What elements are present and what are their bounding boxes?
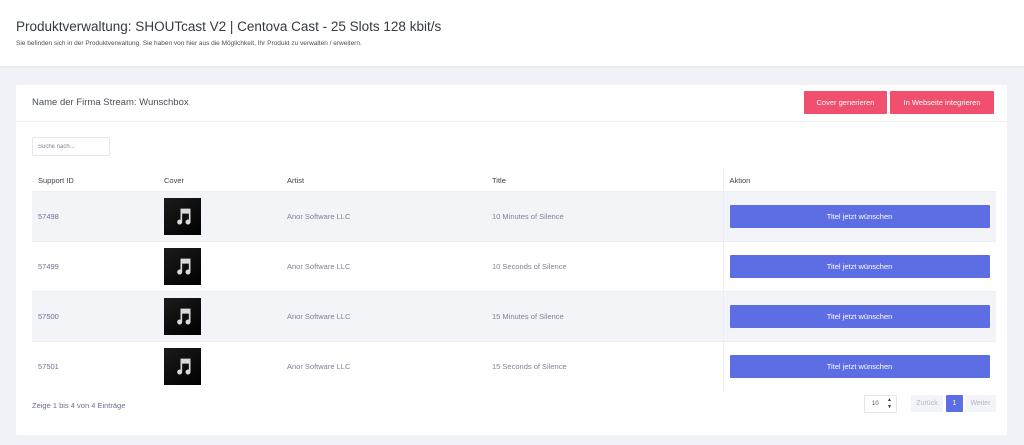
title-cell: 10 Seconds of Silence xyxy=(486,241,723,292)
action-cell: Titel jetzt wünschen xyxy=(722,191,996,242)
page-title: Produktverwaltung: SHOUTcast V2 | Centov… xyxy=(16,19,442,34)
request-title-button[interactable]: Titel jetzt wünschen xyxy=(729,355,990,378)
songs-table: Support ID Cover Artist Title Aktion 574… xyxy=(32,169,996,391)
column-header-artist[interactable]: Artist xyxy=(281,169,486,192)
support-id-cell: 57499 xyxy=(32,241,158,292)
title-cell: 15 Seconds of Silence xyxy=(486,341,723,391)
page-subtitle: Sie befinden sich in der Produktverwaltu… xyxy=(16,40,362,47)
support-id-cell: 57500 xyxy=(32,291,158,342)
table-row: 57499 Anor Software LLC 10 Seconds of Si… xyxy=(32,241,996,292)
generate-cover-button[interactable]: Cover generieren xyxy=(804,91,887,114)
table-header-row: Support ID Cover Artist Title Aktion xyxy=(32,169,996,192)
pagination-next-button[interactable]: Weiter xyxy=(965,395,996,412)
page-size-select[interactable]: 10 ▲ ▼ xyxy=(864,395,897,413)
action-cell: Titel jetzt wünschen xyxy=(722,341,996,391)
card-title: Name der Firma Stream: Wunschbox xyxy=(32,97,189,108)
column-header-cover[interactable]: Cover xyxy=(158,169,281,192)
page-size-value: 10 xyxy=(872,401,879,407)
column-header-action[interactable]: Aktion xyxy=(722,169,996,192)
artist-cell: Anor Software LLC xyxy=(281,241,486,292)
support-id-cell: 57498 xyxy=(32,191,158,242)
request-title-button[interactable]: Titel jetzt wünschen xyxy=(729,205,990,228)
music-note-icon xyxy=(164,348,201,385)
cover-cell xyxy=(158,241,281,292)
search-input[interactable] xyxy=(32,137,110,156)
request-title-button[interactable]: Titel jetzt wünschen xyxy=(729,255,990,278)
cover-cell xyxy=(158,191,281,242)
request-title-button[interactable]: Titel jetzt wünschen xyxy=(729,305,990,328)
cover-cell xyxy=(158,291,281,342)
action-cell: Titel jetzt wünschen xyxy=(722,291,996,342)
column-header-title[interactable]: Title xyxy=(486,169,723,192)
artist-cell: Anor Software LLC xyxy=(281,291,486,342)
title-cell: 15 Minutes of Silence xyxy=(486,291,723,342)
action-cell: Titel jetzt wünschen xyxy=(722,241,996,292)
pagination-page-1[interactable]: 1 xyxy=(946,395,963,412)
page-header: Produktverwaltung: SHOUTcast V2 | Centov… xyxy=(0,0,1024,66)
table-info: Zeige 1 bis 4 von 4 Einträge xyxy=(32,401,126,410)
music-note-icon xyxy=(164,198,201,235)
music-note-icon xyxy=(164,248,201,285)
cover-cell xyxy=(158,341,281,391)
support-id-cell: 57501 xyxy=(32,341,158,391)
embed-website-button[interactable]: In Webseite integrieren xyxy=(890,91,994,114)
pagination-prev-button[interactable]: Zurück xyxy=(911,395,943,412)
table-row: 57501 Anor Software LLC 15 Seconds of Si… xyxy=(32,341,996,391)
table-row: 57498 Anor Software LLC 10 Minutes of Si… xyxy=(32,191,996,242)
table-row: 57500 Anor Software LLC 15 Minutes of Si… xyxy=(32,291,996,342)
title-cell: 10 Minutes of Silence xyxy=(486,191,723,242)
column-header-support-id[interactable]: Support ID xyxy=(32,169,158,192)
sort-updown-icon: ▲ ▼ xyxy=(887,397,892,410)
music-note-icon xyxy=(164,298,201,335)
wishbox-card: Name der Firma Stream: Wunschbox Cover g… xyxy=(16,85,1007,435)
card-header: Name der Firma Stream: Wunschbox Cover g… xyxy=(16,85,1007,122)
artist-cell: Anor Software LLC xyxy=(281,191,486,242)
artist-cell: Anor Software LLC xyxy=(281,341,486,391)
